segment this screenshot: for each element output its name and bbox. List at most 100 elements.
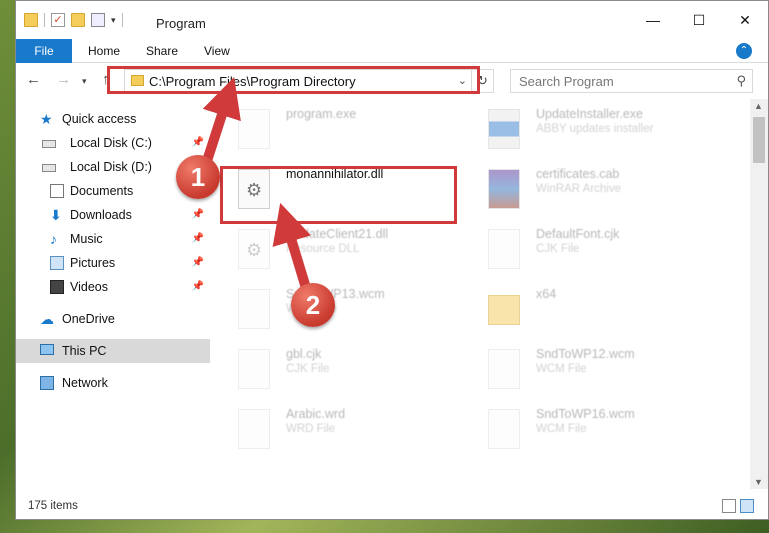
view-toggle	[722, 499, 754, 513]
disk-icon	[42, 164, 56, 172]
forward-button[interactable]: →	[56, 71, 71, 88]
file-name: Arabic.wrd	[286, 407, 346, 421]
details-view-icon[interactable]	[722, 499, 736, 513]
file-name: SndToWP16.wcm	[536, 407, 635, 421]
pin-icon[interactable]: 📌	[192, 257, 204, 268]
file-icon	[488, 229, 520, 269]
sidebar-item-local-disk-c[interactable]: Local Disk (C:) 📌	[16, 131, 210, 155]
file-name: x64	[536, 287, 557, 301]
file-icon	[238, 289, 270, 329]
file-name: gbl.cjk	[286, 347, 322, 361]
file-icon	[238, 409, 270, 449]
tab-view[interactable]: View	[190, 39, 244, 63]
sidebar-item-quick-access[interactable]: ★ Quick access	[16, 107, 210, 131]
tab-share[interactable]: Share	[132, 39, 192, 63]
folder-icon[interactable]	[24, 13, 38, 27]
file-name: UpdateInstaller.exe	[536, 107, 644, 121]
file-type: WCM File	[536, 423, 587, 435]
step-1-badge: 1	[176, 155, 220, 199]
file-item-gbl-cjk[interactable]: gbl.cjk CJK File	[212, 341, 452, 397]
pin-icon[interactable]: 📌	[192, 209, 204, 220]
vertical-scrollbar[interactable]: ▲ ▼	[750, 99, 768, 489]
documents-icon	[50, 184, 64, 198]
dll-file-highlight	[220, 166, 457, 224]
scroll-down-icon[interactable]: ▼	[754, 477, 763, 487]
file-item-x64-folder[interactable]: x64	[462, 281, 702, 337]
music-icon: ♪	[50, 231, 57, 247]
new-folder-icon[interactable]	[71, 13, 85, 27]
file-item-arabic-wrd[interactable]: Arabic.wrd WRD File	[212, 401, 452, 457]
sidebar-item-label: OneDrive	[62, 312, 115, 326]
sidebar-item-music[interactable]: ♪ Music 📌	[16, 227, 210, 251]
sidebar-item-label: This PC	[62, 344, 107, 358]
file-type: ABBY updates installer	[536, 123, 654, 135]
file-item-sndtowp16-wcm[interactable]: SndToWP16.wcm WCM File	[462, 401, 702, 457]
sidebar-item-this-pc[interactable]: This PC	[16, 339, 210, 363]
sidebar-item-onedrive[interactable]: ☁ OneDrive	[16, 307, 210, 331]
properties-icon[interactable]	[91, 13, 105, 27]
file-name: DefaultFont.cjk	[536, 227, 620, 241]
dll-file-icon	[238, 229, 270, 269]
separator	[44, 13, 45, 27]
folder-icon	[488, 295, 520, 325]
file-item-defaultfont-cjk[interactable]: DefaultFont.cjk CJK File	[462, 221, 702, 277]
title-bar: ✓ ▾ Program — ☐ ✕	[16, 1, 768, 39]
sidebar-item-label: Pictures	[70, 256, 116, 270]
network-icon	[40, 376, 54, 390]
recent-locations-button[interactable]: ▾	[82, 76, 87, 87]
file-item-updateclient21-dll[interactable]: UpdateClient21.dll Resource DLL	[212, 221, 452, 277]
status-bar: 175 items	[16, 495, 768, 519]
sidebar-item-network[interactable]: Network	[16, 371, 210, 395]
file-item-updateinstaller[interactable]: UpdateInstaller.exe ABBY updates install…	[462, 101, 702, 157]
file-name: certificates.cab	[536, 167, 620, 181]
close-button[interactable]: ✕	[722, 1, 768, 39]
window-title: Program	[156, 16, 206, 31]
ribbon-expand-icon[interactable]: ⌃	[736, 43, 752, 59]
disk-icon	[42, 140, 56, 148]
properties-check-icon[interactable]: ✓	[51, 13, 65, 27]
scroll-up-icon[interactable]: ▲	[754, 101, 763, 111]
maximize-button[interactable]: ☐	[676, 1, 722, 39]
file-icon	[488, 349, 520, 389]
file-list: program.exe UpdateInstaller.exe ABBY upd…	[212, 99, 744, 489]
step-2-badge: 2	[291, 283, 335, 327]
file-icon	[238, 349, 270, 389]
file-type: CJK File	[536, 243, 580, 255]
installer-icon	[488, 109, 520, 149]
file-name: program.exe	[286, 107, 357, 121]
file-type: WinRAR Archive	[536, 183, 621, 195]
minimize-button[interactable]: —	[630, 1, 676, 39]
file-item-certificates-cab[interactable]: certificates.cab WinRAR Archive	[462, 161, 702, 217]
sidebar-item-label: Network	[62, 376, 108, 390]
sidebar-item-label: Local Disk (C:)	[70, 136, 152, 150]
ribbon-tabs: File Home Share View ⌃	[16, 39, 768, 95]
file-type: WRD File	[286, 423, 336, 435]
search-icon[interactable]: ⚲	[736, 73, 746, 89]
tab-home[interactable]: Home	[74, 39, 134, 63]
file-type: WCM File	[536, 363, 587, 375]
computer-icon	[40, 344, 54, 355]
scroll-thumb[interactable]	[753, 117, 765, 163]
file-item-program-exe[interactable]: program.exe	[212, 101, 452, 157]
large-icons-view-icon[interactable]	[740, 499, 754, 513]
sidebar-item-label: Videos	[70, 280, 108, 294]
file-type: Resource DLL	[286, 243, 360, 255]
sidebar-item-label: Downloads	[70, 208, 132, 222]
back-button[interactable]: ←	[26, 71, 41, 88]
file-name: SndToWP12.wcm	[536, 347, 635, 361]
sidebar-item-downloads[interactable]: ⬇ Downloads 📌	[16, 203, 210, 227]
customize-toolbar-icon[interactable]: ▾	[111, 15, 116, 26]
file-icon	[488, 409, 520, 449]
archive-icon	[488, 169, 520, 209]
pin-icon[interactable]: 📌	[192, 233, 204, 244]
pin-icon[interactable]: 📌	[192, 137, 204, 148]
sidebar-item-pictures[interactable]: Pictures 📌	[16, 251, 210, 275]
pictures-icon	[50, 256, 64, 270]
pin-icon[interactable]: 📌	[192, 281, 204, 292]
quick-access-toolbar: ✓ ▾	[24, 13, 123, 27]
sidebar-item-videos[interactable]: Videos 📌	[16, 275, 210, 299]
search-input[interactable]: Search Program ⚲	[510, 69, 753, 93]
item-count: 175 items	[28, 500, 78, 512]
file-item-sndtowp12-wcm[interactable]: SndToWP12.wcm WCM File	[462, 341, 702, 397]
search-placeholder: Search Program	[519, 74, 614, 89]
